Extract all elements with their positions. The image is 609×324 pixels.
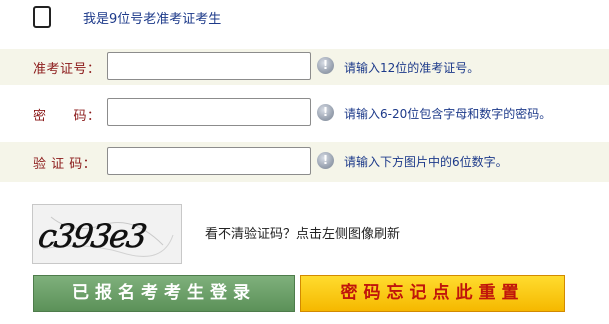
old-candidate-checkbox[interactable] xyxy=(33,6,51,28)
info-icon: ! xyxy=(317,57,334,74)
password-hint: 请输入6-20位包含字母和数字的密码。 xyxy=(344,107,552,121)
captcha-glyphs: c393e3 xyxy=(36,216,174,257)
captcha-refresh-hint[interactable]: 看不清验证码？点击左侧图像刷新 xyxy=(205,223,400,242)
password-input[interactable] xyxy=(107,98,311,126)
captcha-label: 验 证 码： xyxy=(33,157,97,172)
captcha-input[interactable] xyxy=(107,147,311,175)
old-candidate-label: 我是9位号老准考证考生 xyxy=(83,12,222,27)
info-icon: ! xyxy=(317,152,334,169)
captcha-text: c393e3 xyxy=(36,217,148,255)
captcha-hint: 请输入下方图片中的6位数字。 xyxy=(344,155,508,169)
login-button[interactable]: 已报名考考生登录 xyxy=(33,275,295,312)
ticket-input[interactable] xyxy=(107,52,311,80)
ticket-hint: 请输入12位的准考证号。 xyxy=(344,61,480,75)
info-icon: ! xyxy=(317,104,334,121)
ticket-label: 准考证号： xyxy=(33,62,101,77)
captcha-image[interactable]: c393e3 xyxy=(32,204,182,264)
reset-password-button[interactable]: 密码忘记点此重置 xyxy=(300,275,565,312)
password-label: 密 码： xyxy=(33,109,101,124)
